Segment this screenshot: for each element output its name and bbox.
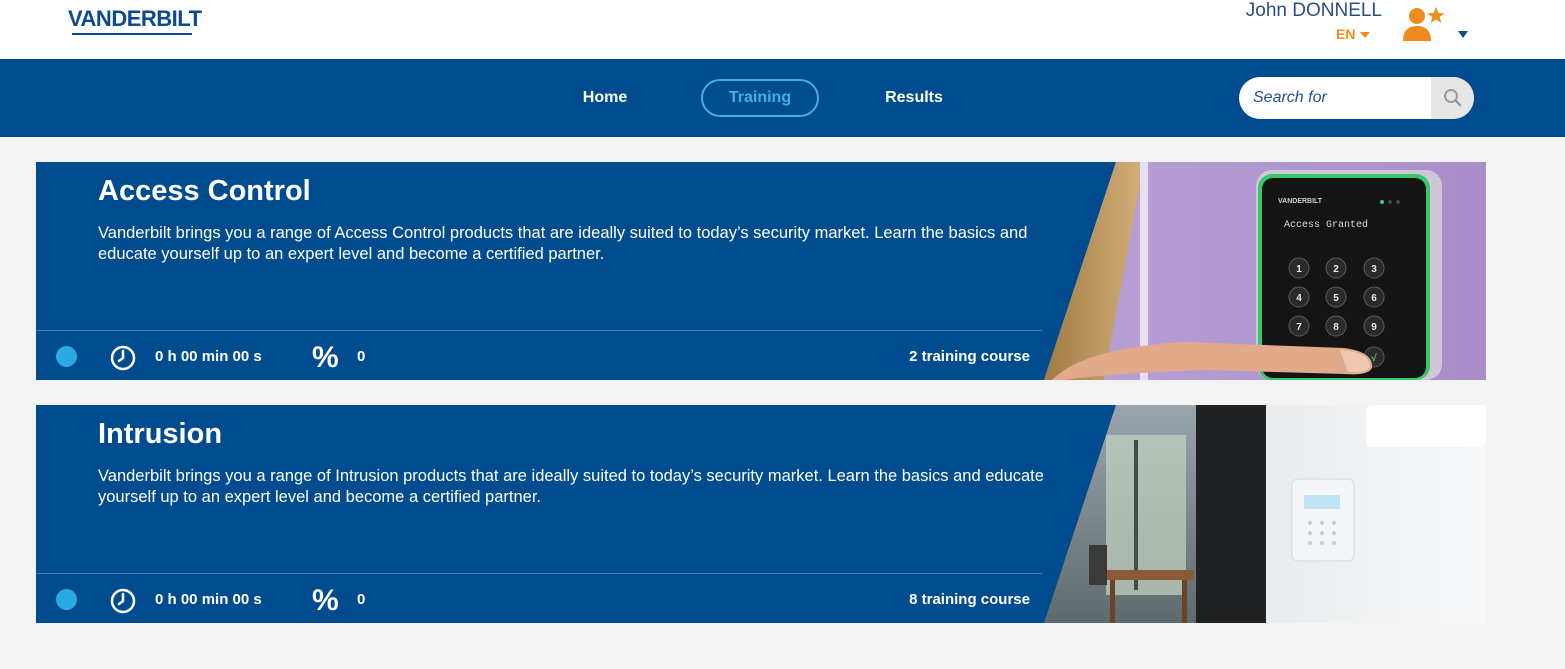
keypad-key: 4 (1296, 293, 1302, 304)
clock-icon (110, 345, 136, 371)
keypad-key: 7 (1296, 322, 1302, 333)
language-selector[interactable]: EN (1336, 26, 1371, 42)
nav-home[interactable]: Home (565, 79, 645, 117)
keypad-key: 5 (1333, 293, 1339, 304)
nav-results[interactable]: Results (864, 79, 964, 117)
percent-value: 0 (357, 348, 366, 365)
card-divider (36, 330, 1042, 331)
card-title: Access Control (98, 175, 311, 207)
status-dot (56, 589, 77, 610)
keypad-key: 9 (1371, 322, 1377, 333)
search-icon (1444, 89, 1462, 107)
search-box (1239, 77, 1474, 119)
keypad-key: √ (1371, 353, 1377, 364)
keypad-key: 6 (1371, 293, 1377, 304)
clock-icon (110, 588, 136, 614)
top-header: VANDERBILT John DONNELL EN (0, 0, 1565, 59)
percent-icon: % (312, 584, 339, 617)
user-star-icon[interactable] (1400, 5, 1448, 41)
keypad-display: Access Granted (1284, 219, 1368, 231)
keypad-brand: VANDERBILT (1278, 198, 1323, 205)
percent-value: 0 (357, 591, 366, 608)
course-card-access-control[interactable]: Access Control Vanderbilt brings you a r… (36, 162, 1486, 380)
keypad-key: 1 (1296, 264, 1302, 275)
language-caret-icon (1360, 32, 1371, 39)
keypad-key: 2 (1333, 264, 1339, 275)
search-button[interactable] (1431, 77, 1474, 119)
keypad-key: 8 (1333, 322, 1339, 333)
vanderbilt-logo[interactable]: VANDERBILT (68, 6, 202, 35)
main-navigation: Home Training Results (0, 59, 1565, 137)
nav-training[interactable]: Training (701, 79, 819, 117)
language-label: EN (1336, 26, 1356, 42)
logo-underline (72, 33, 192, 35)
percent-icon: % (312, 341, 339, 374)
access-control-keypad-image: VANDERBILT Access Granted 1 2 3 4 5 6 7 … (1044, 162, 1486, 380)
user-name[interactable]: John DONNELL (1246, 0, 1382, 22)
course-card-intrusion[interactable]: Intrusion Vanderbilt brings you a range … (36, 405, 1486, 623)
time-spent: 0 h 00 min 00 s (155, 591, 262, 608)
course-count: 8 training course (909, 591, 1030, 608)
intrusion-panel-image (1044, 405, 1486, 623)
course-count: 2 training course (909, 348, 1030, 365)
status-dot (56, 346, 77, 367)
card-title: Intrusion (98, 418, 223, 450)
keypad-key: 3 (1371, 264, 1377, 275)
card-description: Vanderbilt brings you a range of Intrusi… (98, 467, 1044, 506)
card-divider (36, 573, 1042, 574)
logo-text: VANDERBILT (68, 6, 202, 31)
user-menu-caret-icon[interactable] (1458, 31, 1468, 38)
card-description: Vanderbilt brings you a range of Access … (98, 224, 1028, 263)
search-input[interactable] (1239, 77, 1431, 119)
time-spent: 0 h 00 min 00 s (155, 348, 262, 365)
